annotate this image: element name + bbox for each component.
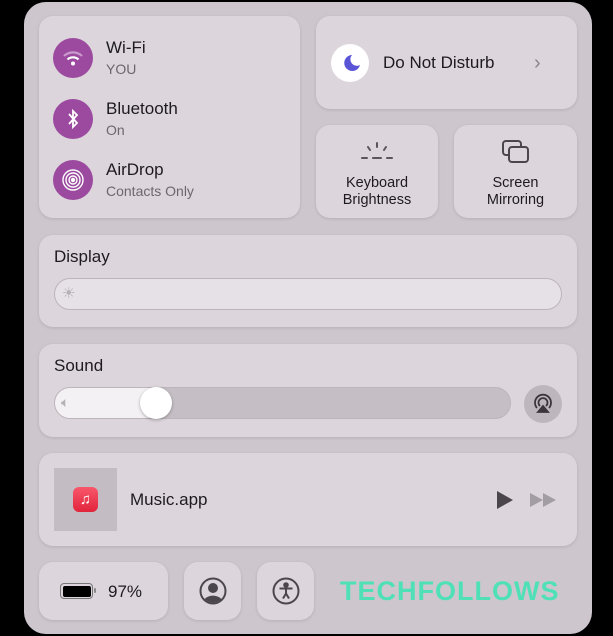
- airdrop-label: AirDrop: [106, 160, 164, 179]
- user-icon: [199, 577, 226, 605]
- bluetooth-label: Bluetooth: [106, 99, 178, 118]
- volume-slider[interactable]: 🔈︎: [54, 387, 511, 419]
- accessibility-button[interactable]: [257, 562, 314, 620]
- bluetooth-status: On: [106, 122, 125, 138]
- user-account-button[interactable]: [184, 562, 241, 620]
- play-button[interactable]: [496, 490, 514, 510]
- display-card: Display ☀: [39, 235, 577, 327]
- now-playing-card: ♫ Music.app: [39, 453, 577, 546]
- accessibility-icon: [272, 577, 299, 605]
- speaker-icon: 🔈︎: [61, 394, 70, 410]
- screen-mirroring-button[interactable]: Screen Mirroring: [454, 125, 577, 218]
- connectivity-card: Wi-Fi YOU Bluetooth On AirDrop Contacts …: [39, 16, 300, 218]
- volume-thumb[interactable]: [140, 387, 172, 419]
- fast-forward-button[interactable]: [530, 493, 556, 507]
- airplay-audio-icon: [534, 393, 552, 413]
- battery-card[interactable]: 97%: [39, 562, 168, 620]
- battery-icon: [60, 583, 96, 599]
- dnd-label: Do Not Disturb: [383, 53, 495, 72]
- sound-card: Sound 🔈︎: [39, 344, 577, 437]
- moon-icon: [331, 44, 369, 82]
- control-center: Wi-Fi YOU Bluetooth On AirDrop Contacts …: [24, 2, 592, 634]
- wifi-icon[interactable]: [53, 38, 93, 78]
- screen-mirroring-label: Screen Mirroring: [486, 175, 545, 208]
- do-not-disturb-button[interactable]: Do Not Disturb ›: [316, 16, 577, 109]
- keyboard-brightness-button[interactable]: Keyboard Brightness: [316, 125, 438, 218]
- chevron-right-icon[interactable]: ›: [534, 52, 541, 75]
- sound-title: Sound: [54, 356, 104, 375]
- brightness-slider[interactable]: ☀: [54, 278, 562, 310]
- airplay-audio-button[interactable]: [524, 385, 562, 423]
- bluetooth-icon[interactable]: [53, 99, 93, 139]
- music-app-icon: ♫: [73, 487, 98, 512]
- keyboard-brightness-label: Keyboard Brightness: [342, 175, 412, 208]
- wifi-status: YOU: [106, 61, 137, 77]
- screen-mirroring-icon: [502, 140, 529, 163]
- airdrop-icon[interactable]: [53, 160, 93, 200]
- wifi-label: Wi-Fi: [106, 38, 146, 57]
- watermark: TECHFOLLOWS: [340, 576, 560, 606]
- keyboard-brightness-icon: [361, 142, 393, 159]
- display-title: Display: [54, 247, 110, 266]
- battery-percent: 97%: [108, 582, 143, 601]
- sun-icon: ☀: [62, 285, 76, 302]
- airdrop-status: Contacts Only: [106, 183, 194, 199]
- now-playing-app: Music.app: [130, 490, 208, 509]
- album-art: ♫: [54, 468, 117, 531]
